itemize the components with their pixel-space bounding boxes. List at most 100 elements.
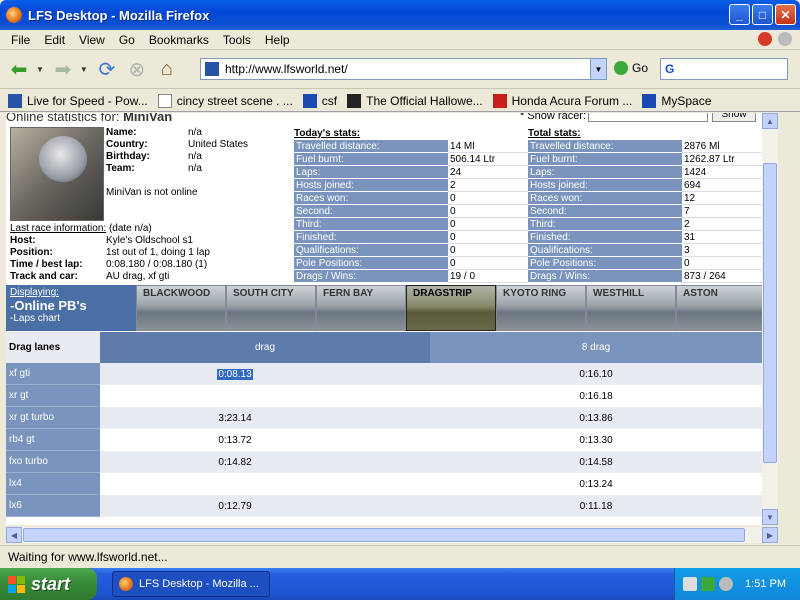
scroll-right-icon[interactable]: ▶ (762, 527, 778, 543)
lfs-icon (8, 93, 22, 108)
window-titlebar[interactable]: LFS Desktop - Mozilla Firefox _ □ ✕ (0, 0, 800, 30)
bookmark-item[interactable]: Honda Acura Forum ... (492, 93, 632, 108)
total-stats: Total stats: Travelled distance: 2876 Ml … (528, 127, 762, 283)
racer-search-input[interactable] (588, 113, 708, 122)
track-blackwood[interactable]: BLACKWOOD (136, 285, 226, 331)
start-label: start (31, 573, 71, 594)
status-text: Waiting for www.lfsworld.net... (8, 549, 168, 564)
home-button[interactable]: ⌂ (154, 57, 180, 83)
displaying-main[interactable]: -Online PB's (10, 298, 128, 313)
track-list: BLACKWOOD SOUTH CITY FERN BAY DRAGSTRIP … (136, 285, 762, 331)
clock[interactable]: 1:51 PM (745, 578, 786, 590)
people-icon (642, 93, 657, 108)
back-dropdown-icon[interactable]: ▼ (36, 65, 44, 74)
taskbar-item-firefox[interactable]: LFS Desktop - Mozilla ... (112, 571, 270, 597)
url-dropdown-icon[interactable]: ▼ (590, 59, 606, 79)
go-arrow-icon (614, 61, 628, 75)
taskbar: start LFS Desktop - Mozilla ... 1:51 PM (0, 568, 800, 600)
bookmark-item[interactable]: The Official Hallowe... (347, 93, 483, 108)
search-engine-icon[interactable]: G (665, 62, 674, 76)
scroll-down-icon[interactable]: ▼ (762, 509, 778, 525)
go-button[interactable]: Go (614, 61, 648, 75)
network-icon[interactable] (683, 577, 697, 591)
navigation-toolbar: ⬅ ▼ ➡ ▼ ⟳ ⊗ ⌂ http://www.lfsworld.net/ ▼… (0, 51, 800, 89)
menu-tools[interactable]: Tools (216, 33, 258, 47)
track-south-city[interactable]: SOUTH CITY (226, 285, 316, 331)
window-title: LFS Desktop - Mozilla Firefox (28, 7, 210, 23)
bookmark-item[interactable]: csf (302, 93, 337, 108)
displaying-label[interactable]: Displaying: (10, 287, 128, 298)
bookmark-item[interactable]: MySpace (642, 93, 711, 108)
site-favicon (205, 62, 219, 76)
track-fern-bay[interactable]: FERN BAY (316, 285, 406, 331)
maximize-button[interactable]: □ (752, 4, 773, 25)
menu-file[interactable]: File (4, 33, 37, 47)
vertical-scroll-thumb[interactable] (763, 163, 777, 463)
stop-button[interactable]: ⊗ (124, 57, 150, 83)
volume-icon[interactable] (719, 577, 733, 591)
scroll-left-icon[interactable]: ◀ (6, 527, 22, 543)
last-race-info: Last race information: (date n/a) (10, 223, 152, 234)
bookmarks-toolbar: Live for Speed - Pow... cincy street sce… (0, 90, 800, 112)
profile-info: Name: n/a Country: United States Birthday:… (106, 127, 249, 174)
track-westhill[interactable]: WESTHILL (586, 285, 676, 331)
show-racer-label: * Show racer: (520, 113, 587, 122)
people-icon (302, 93, 317, 108)
racer-name: MiniVan (123, 113, 173, 124)
minimize-button[interactable]: _ (729, 4, 750, 25)
firefox-icon (119, 577, 133, 591)
table-row: lx4 0:13.24 (6, 473, 762, 495)
menu-view[interactable]: View (72, 33, 112, 47)
halloween-icon (347, 93, 362, 108)
menu-help[interactable]: Help (258, 33, 297, 47)
online-status: MiniVan is not online (106, 187, 198, 198)
scroll-up-icon[interactable]: ▲ (762, 113, 778, 129)
firefox-icon (6, 7, 22, 23)
windows-logo-icon (8, 575, 25, 593)
show-button[interactable]: Show (712, 113, 756, 122)
drag-times-table: Drag lanes drag 8 drag xf gti 0:08.13 0:… (6, 332, 762, 517)
col-8-drag[interactable]: 8 drag (430, 342, 762, 353)
table-row: xr gt 0:16.18 (6, 385, 762, 407)
back-button[interactable]: ⬅ (6, 57, 32, 83)
close-button[interactable]: ✕ (775, 4, 796, 25)
url-text[interactable]: http://www.lfsworld.net/ (225, 62, 348, 76)
header-label: Online statistics for: (6, 113, 120, 124)
track-dragstrip[interactable]: DRAGSTRIP (406, 285, 496, 331)
messenger-icon[interactable] (701, 577, 715, 591)
track-aston[interactable]: ASTON (676, 285, 762, 331)
last-race-link[interactable]: Last race information: (10, 223, 106, 234)
status-bar: Waiting for www.lfsworld.net... (0, 545, 800, 567)
today-stats-title: Today's stats: (294, 128, 361, 139)
menu-bar: File Edit View Go Bookmarks Tools Help (0, 30, 800, 50)
menu-go[interactable]: Go (112, 33, 142, 47)
forward-dropdown-icon[interactable]: ▼ (80, 65, 88, 74)
update-icon[interactable] (758, 32, 772, 46)
track-kyoto-ring[interactable]: KYOTO RING (496, 285, 586, 331)
vertical-scrollbar[interactable]: ▲ ▼ (762, 113, 778, 525)
search-input[interactable]: G (660, 58, 788, 80)
helmet-icon (39, 136, 87, 182)
horizontal-scrollbar[interactable]: ◀ ▶ (6, 527, 778, 543)
forward-button[interactable]: ➡ (50, 57, 76, 83)
table-header: Drag lanes drag 8 drag (6, 332, 762, 363)
menu-edit[interactable]: Edit (37, 33, 72, 47)
selected-time: 0:08.13 (217, 368, 253, 380)
url-bar[interactable]: http://www.lfsworld.net/ ▼ (200, 58, 607, 80)
total-stats-title: Total stats: (528, 128, 581, 139)
system-tray: 1:51 PM (674, 568, 800, 600)
bookmark-item[interactable]: cincy street scene . ... (157, 93, 293, 108)
table-row: lx6 0:12.79 0:11.18 (6, 495, 762, 517)
today-stats: Today's stats: Travelled distance: 14 Ml … (294, 127, 528, 283)
page-content: Online statistics for: MiniVan * Show ra… (6, 113, 762, 525)
start-button[interactable]: start (0, 568, 97, 600)
reload-button[interactable]: ⟳ (94, 57, 120, 83)
throbber-icon (778, 32, 792, 46)
bookmark-item[interactable]: Live for Speed - Pow... (8, 93, 148, 108)
displaying-sub[interactable]: -Laps chart (10, 313, 128, 324)
last-race-date: (date n/a) (108, 223, 152, 234)
col-drag-lanes: Drag lanes (6, 332, 100, 363)
menu-bookmarks[interactable]: Bookmarks (142, 33, 216, 47)
horizontal-scroll-thumb[interactable] (23, 528, 745, 542)
col-drag[interactable]: drag (100, 332, 430, 363)
